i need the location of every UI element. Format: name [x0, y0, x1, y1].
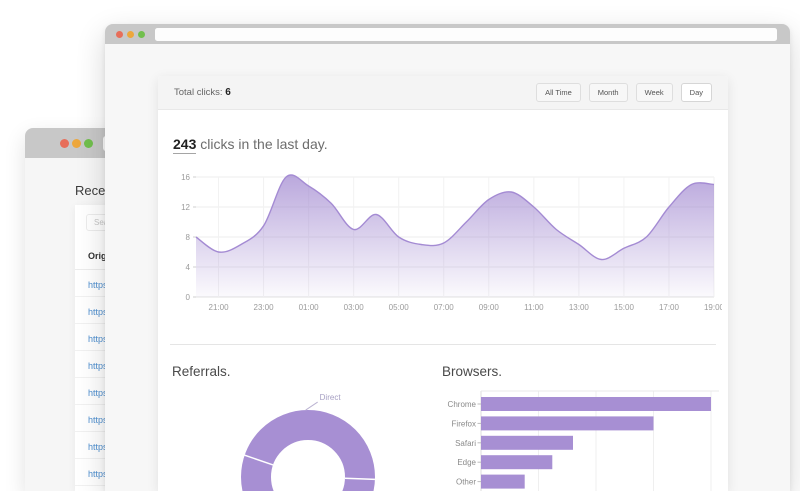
analytics-card: Total clicks: 6 All Time Month Week Day 243…	[158, 76, 728, 491]
front-browser-window: Total clicks: 6 All Time Month Week Day 243…	[105, 24, 790, 491]
svg-text:21:00: 21:00	[209, 303, 230, 312]
referrals-donut-chart: Direct	[230, 390, 390, 491]
section-divider	[170, 344, 716, 345]
bar-chrome	[481, 397, 711, 411]
filter-button-day[interactable]: Day	[681, 83, 712, 102]
svg-text:09:00: 09:00	[479, 303, 500, 312]
donut-slice-label: Direct	[320, 393, 342, 402]
svg-text:01:00: 01:00	[299, 303, 320, 312]
svg-text:07:00: 07:00	[434, 303, 455, 312]
svg-text:19:00: 19:00	[704, 303, 722, 312]
bar-label: Safari	[455, 439, 476, 448]
bar-edge	[481, 455, 552, 469]
bar-firefox	[481, 416, 654, 430]
referrals-heading: Referrals.	[172, 364, 231, 379]
total-clicks-label: Total clicks:	[174, 87, 223, 98]
svg-text:16: 16	[181, 173, 190, 182]
bar-label: Chrome	[448, 400, 477, 409]
svg-text:11:00: 11:00	[524, 303, 544, 312]
svg-text:8: 8	[186, 233, 191, 242]
total-clicks: Total clicks: 6	[174, 87, 231, 98]
filter-button-week[interactable]: Week	[636, 83, 673, 102]
window-dot-green-icon	[84, 139, 93, 148]
browsers-bar-chart: Chrome Firefox Safari Edge Other	[440, 386, 725, 491]
area-fill	[196, 175, 714, 297]
browsers-heading: Browsers.	[442, 364, 502, 379]
window-dot-yellow-icon	[72, 139, 81, 148]
filter-button-all-time[interactable]: All Time	[536, 83, 581, 102]
window-dot-red-icon	[116, 31, 123, 38]
donut-ring	[256, 425, 360, 491]
bar-other	[481, 475, 525, 489]
svg-text:12: 12	[181, 203, 190, 212]
bar-label: Edge	[457, 458, 476, 467]
clicks-area-chart: 0 4 8 12 16 21:00 23:00 01:00 03:00 05:00 07:00 09:…	[166, 168, 722, 318]
svg-text:13:00: 13:00	[569, 303, 590, 312]
window-dot-red-icon	[60, 139, 69, 148]
svg-text:0: 0	[186, 293, 191, 302]
total-clicks-value: 6	[225, 87, 231, 98]
front-address-bar	[155, 28, 777, 41]
svg-text:03:00: 03:00	[344, 303, 365, 312]
filter-button-month[interactable]: Month	[589, 83, 628, 102]
time-filter-group: All Time Month Week Day	[536, 83, 712, 102]
clicks-in-last-day-heading: 243 clicks in the last day.	[173, 136, 328, 152]
analytics-card-header: Total clicks: 6 All Time Month Week Day	[158, 76, 728, 110]
window-dot-yellow-icon	[127, 31, 134, 38]
bar-label: Firefox	[452, 419, 476, 428]
bar-safari	[481, 436, 573, 450]
clicks-heading-text: clicks in the last day.	[196, 136, 327, 152]
svg-text:23:00: 23:00	[254, 303, 275, 312]
svg-text:05:00: 05:00	[389, 303, 410, 312]
window-dot-green-icon	[138, 31, 145, 38]
clicks-count: 243	[173, 136, 196, 154]
bar-label: Other	[456, 478, 476, 487]
svg-text:15:00: 15:00	[614, 303, 635, 312]
svg-text:17:00: 17:00	[659, 303, 680, 312]
front-window-titlebar	[105, 24, 790, 44]
svg-text:4: 4	[186, 263, 191, 272]
